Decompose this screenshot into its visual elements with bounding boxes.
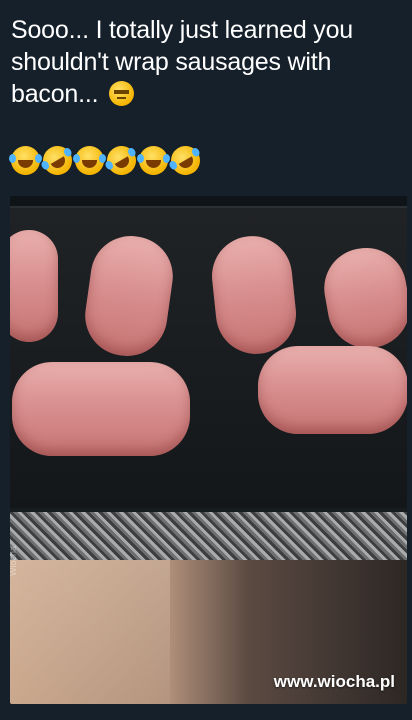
side-watermark: Wiocha: [10, 545, 18, 576]
post-photo[interactable]: Wiocha www.wiocha.pl: [10, 196, 407, 704]
rofl-emoji-icon: [101, 140, 142, 181]
floor-shine: [10, 560, 170, 704]
emoji-row: [9, 140, 206, 181]
joy-emoji-icon: [137, 146, 170, 175]
watermark: www.wiocha.pl: [273, 672, 395, 691]
expressionless-face-icon: [109, 81, 135, 106]
rofl-emoji-icon: [165, 140, 206, 181]
granite-counter: [10, 512, 407, 560]
sausage-6: [258, 346, 407, 434]
sausage-1: [10, 230, 58, 342]
post-text: Sooo... I totally just learned you shoul…: [11, 14, 401, 110]
rofl-emoji-icon: [37, 140, 78, 181]
post-text-body: Sooo... I totally just learned you shoul…: [11, 16, 354, 108]
joy-emoji-icon: [73, 146, 106, 175]
sausage-5: [12, 362, 190, 456]
joy-emoji-icon: [9, 146, 42, 175]
